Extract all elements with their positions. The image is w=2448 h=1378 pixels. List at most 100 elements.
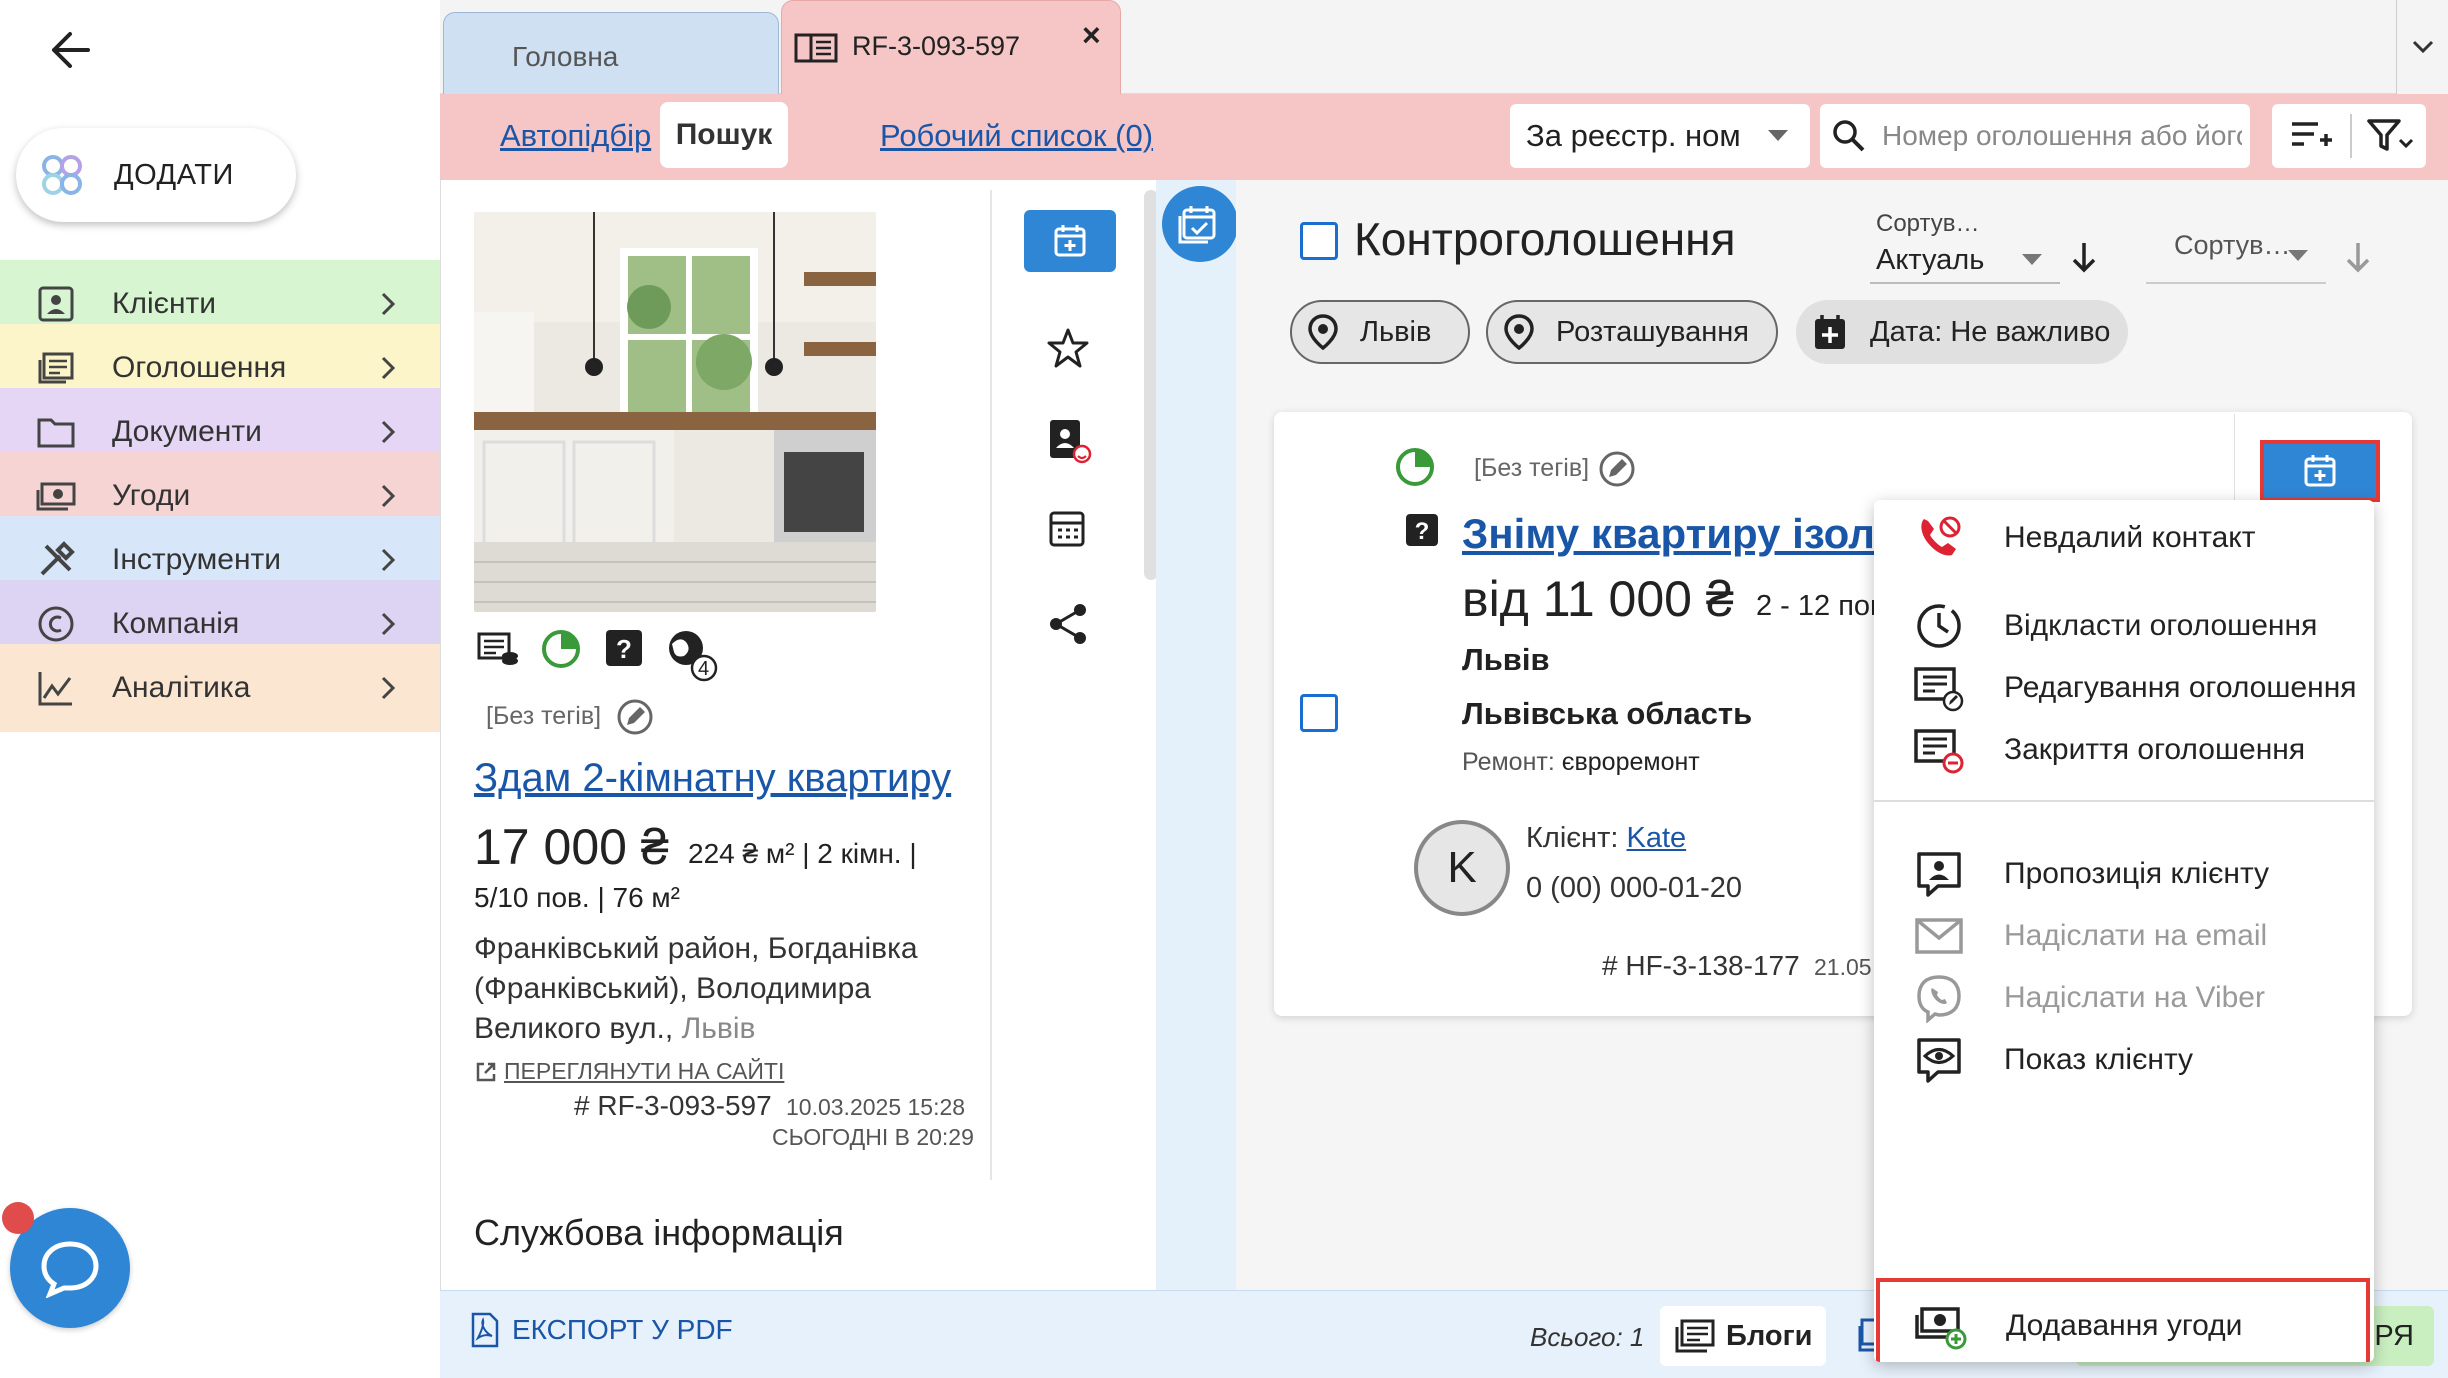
menu-item-close-listing[interactable]: Закриття оголошення [1874,702,2374,798]
view-on-site-link[interactable]: ПЕРЕГЛЯНУТИ НА САЙТІ [504,1058,784,1085]
notification-dot [2,1202,34,1234]
worklist-link[interactable]: Робочий список (0) [880,118,1153,154]
chevron-right-icon [380,291,396,317]
client-name-link[interactable]: Kate [1626,822,1686,854]
favorite-button[interactable] [1046,326,1090,370]
created-date: 10.03.2025 15:28 [786,1094,966,1120]
search-box [1820,104,2250,168]
menu-item-label: Закриття оголошення [2004,733,2306,766]
select-all-checkbox[interactable] [1300,222,1338,260]
separator [2350,114,2352,158]
updated-date: СЬОГОДНІ В 20:29 [772,1124,974,1150]
search-by-value: За реєстр. ном [1526,118,1741,153]
calendar-check-icon [1178,206,1216,244]
filter-icon [2367,119,2414,151]
filter-list-add-icon [2292,122,2332,146]
card-phone: 0 (00) 000-01-20 [1526,872,1743,904]
pdf-icon [471,1312,499,1348]
chevron-right-icon [380,355,396,381]
add-deal-icon [1906,1291,1976,1361]
listing-floor-area: 5/10 пов. | 76 м² [474,882,680,913]
list-title: Контроголошення [1354,213,1736,265]
sidebar: ДОДАТИ Клієнти Оголошення Документи Угод… [0,0,440,1378]
calendar-check-button[interactable] [1162,186,1238,262]
sort-value: Актуаль [1876,244,1985,276]
menu-item-show-client[interactable]: Показ клієнту [1874,1012,2374,1108]
calculator-button[interactable] [1046,508,1088,550]
chevron-down-icon [2412,40,2433,54]
sort-label: Сортув… [2174,230,2291,260]
kitchen-photo-image [474,212,876,612]
menu-item-add-deal[interactable]: Додавання угоди [1876,1278,2370,1362]
sort-direction-button[interactable] [2070,240,2098,274]
tags-label: [Без тегів] [486,702,602,730]
dropdown-caret-icon [2288,250,2308,261]
card-tags-label: [Без тегів] [1474,454,1590,482]
listing-title-link[interactable]: Здам 2-кімнатну квартиру [474,756,951,801]
copyright-icon [34,602,78,646]
listing-photo[interactable] [474,212,876,612]
search-tab[interactable]: Пошук [660,102,788,168]
card-checkbox[interactable] [1300,694,1338,732]
address-line-3: Великого вул., Львів [474,1012,755,1046]
autopick-link[interactable]: Автопідбір [500,118,651,154]
tab-listing-label: RF-3-093-597 [852,31,1021,61]
menu-item-label: Додавання угоди [2006,1309,2243,1342]
chat-icon [41,1241,99,1298]
sort-select-primary[interactable]: Сортув… Актуаль [1870,204,2060,284]
tabs-dropdown-button[interactable] [2396,0,2448,94]
contacts-icon [34,282,78,326]
add-event-button[interactable] [1024,210,1116,272]
search-by-select[interactable]: За реєстр. ном [1510,104,1810,168]
blogs-button[interactable]: Блоги [1660,1306,1826,1366]
chip-date[interactable]: Дата: Не важливо [1796,300,2128,364]
menu-item-label: Редагування оголошення [2004,671,2357,704]
sort-select-secondary[interactable]: Сортув… [2146,220,2326,284]
share-icon [1050,604,1086,644]
calendar-add-icon [2304,455,2336,487]
search-input[interactable] [1882,120,2242,152]
filter-button[interactable] [2366,118,2414,154]
sidebar-item-label: Аналітика [112,671,251,704]
edit-tags-button[interactable] [1598,450,1636,488]
chip-label: Дата: Не важливо [1870,315,2111,348]
green-action-label: РЯ [2374,1320,2414,1352]
card-title-link[interactable]: Зніму квартиру ізольо [1462,510,1882,558]
edit-tags-button[interactable] [616,698,654,736]
close-tab-button[interactable]: × [1082,17,1101,54]
menu-item-label: Надіслати на Viber [2004,981,2265,1014]
sort-label: Сортув… [1876,210,1980,237]
menu-divider [1874,800,2374,802]
sort-direction-button-secondary[interactable] [2344,240,2372,274]
chip-city[interactable]: Львів [1290,300,1470,364]
chip-location[interactable]: Розташування [1486,300,1778,364]
menu-item-label: Показ клієнту [2004,1043,2194,1076]
client-reaction-button[interactable] [1046,414,1092,464]
avatar[interactable]: K [1414,820,1510,916]
help-icon: ? [604,628,644,668]
tab-listing[interactable]: RF-3-093-597 × [781,0,1121,94]
globe-icon [666,628,722,684]
share-button[interactable] [1046,602,1090,646]
add-button[interactable]: ДОДАТИ [16,128,296,222]
add-filter-button[interactable] [2290,120,2334,152]
card-client: Клієнт: Kate [1526,822,1686,855]
back-button[interactable] [40,20,100,80]
listing-price: 17 000 ₴ [474,819,669,875]
card-price: від 11 000 ₴ [1462,571,1734,627]
service-info-heading: Службова інформація [474,1212,844,1253]
card-city: Львів [1462,642,1550,677]
tab-home[interactable]: Головна [443,12,779,94]
tab-home-label: Головна [512,41,619,72]
chevron-right-icon [380,483,396,509]
export-pdf-button[interactable]: ЕКСПОРТ У PDF [470,1312,733,1348]
search-icon [1833,120,1865,152]
menu-item-failed-contact[interactable]: Невдалий контакт [1874,500,2374,586]
sidebar-item-analytics[interactable]: Аналітика [0,644,440,738]
divider [990,190,992,1180]
tools-icon [34,538,78,582]
sidebar-item-label: Угоди [112,479,191,512]
card-actions-button[interactable] [2260,440,2380,502]
edit-circle-icon [1599,451,1635,487]
calendar-add-icon [1054,225,1086,257]
